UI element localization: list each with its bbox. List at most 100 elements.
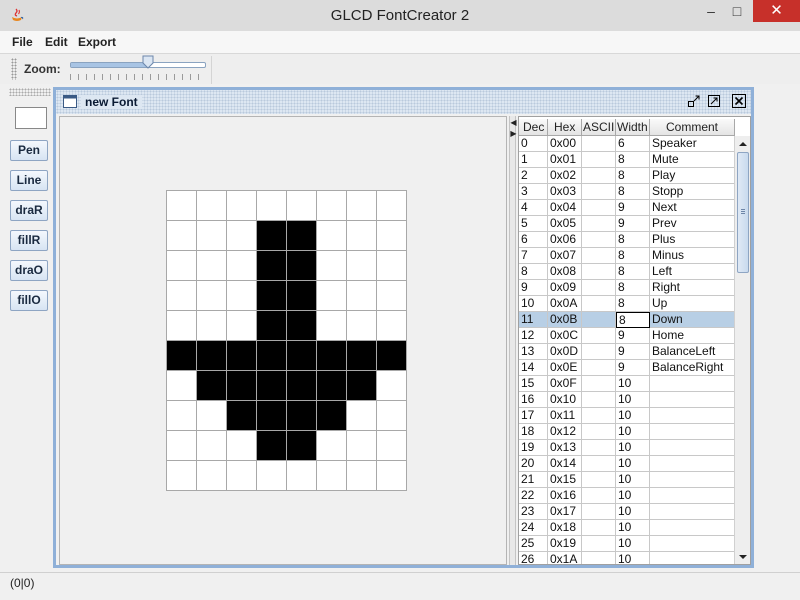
- cell-width[interactable]: 10: [616, 520, 650, 536]
- glyph-pixel[interactable]: [287, 281, 317, 311]
- glyph-pixel[interactable]: [347, 341, 377, 371]
- maximize-icon[interactable]: □: [724, 0, 750, 22]
- cell-hex[interactable]: 0x19: [548, 536, 582, 552]
- cell-dec[interactable]: 13: [519, 344, 548, 360]
- close-frame-icon[interactable]: [732, 94, 746, 108]
- glyph-pixel[interactable]: [227, 401, 257, 431]
- cell-width[interactable]: 9: [616, 344, 650, 360]
- cell-dec[interactable]: 15: [519, 376, 548, 392]
- cell-dec[interactable]: 4: [519, 200, 548, 216]
- cell-ascii[interactable]: [582, 280, 616, 296]
- glyph-pixel[interactable]: [287, 251, 317, 281]
- cell-hex[interactable]: 0x04: [548, 200, 582, 216]
- pen-button[interactable]: Pen: [10, 140, 48, 161]
- cell-hex[interactable]: 0x1A: [548, 552, 582, 564]
- cell-width[interactable]: 8: [616, 280, 650, 296]
- table-row[interactable]: 1 0x01 8 Mute: [519, 152, 735, 168]
- cell-ascii[interactable]: [582, 392, 616, 408]
- glyph-pixel[interactable]: [167, 371, 197, 401]
- cell-hex[interactable]: 0x14: [548, 456, 582, 472]
- cell-ascii[interactable]: [582, 408, 616, 424]
- menu-edit[interactable]: Edit: [45, 35, 68, 49]
- cell-comment[interactable]: Plus: [650, 232, 735, 248]
- scroll-up-icon[interactable]: [737, 138, 749, 150]
- cell-width[interactable]: 10: [616, 456, 650, 472]
- glyph-pixel[interactable]: [377, 281, 407, 311]
- cell-ascii[interactable]: [582, 232, 616, 248]
- glyph-pixel[interactable]: [227, 431, 257, 461]
- glyph-pixel[interactable]: [257, 401, 287, 431]
- cell-width[interactable]: 10: [616, 536, 650, 552]
- cell-comment[interactable]: Mute: [650, 152, 735, 168]
- glyph-pixel[interactable]: [227, 371, 257, 401]
- glyph-pixel[interactable]: [317, 341, 347, 371]
- glyph-pixel[interactable]: [227, 281, 257, 311]
- cell-ascii[interactable]: [582, 520, 616, 536]
- glyph-pixel[interactable]: [377, 311, 407, 341]
- cell-hex[interactable]: 0x10: [548, 392, 582, 408]
- table-row[interactable]: 16 0x10 10: [519, 392, 735, 408]
- glyph-pixel[interactable]: [227, 341, 257, 371]
- cell-hex[interactable]: 0x00: [548, 136, 582, 152]
- glyph-pixel[interactable]: [197, 341, 227, 371]
- column-header-comment[interactable]: Comment: [650, 119, 735, 136]
- cell-ascii[interactable]: [582, 424, 616, 440]
- cell-comment[interactable]: Speaker: [650, 136, 735, 152]
- cell-dec[interactable]: 9: [519, 280, 548, 296]
- cell-width[interactable]: 9: [616, 200, 650, 216]
- cell-comment[interactable]: Stopp: [650, 184, 735, 200]
- column-header-hex[interactable]: Hex: [548, 119, 582, 136]
- table-row[interactable]: 3 0x03 8 Stopp: [519, 184, 735, 200]
- cell-hex[interactable]: 0x0A: [548, 296, 582, 312]
- cell-ascii[interactable]: [582, 552, 616, 564]
- glyph-pixel[interactable]: [197, 281, 227, 311]
- cell-ascii[interactable]: [582, 344, 616, 360]
- cell-comment[interactable]: Right: [650, 280, 735, 296]
- glyph-pixel[interactable]: [347, 371, 377, 401]
- glyph-pixel[interactable]: [317, 371, 347, 401]
- cell-width[interactable]: 8: [616, 232, 650, 248]
- glyph-pixel[interactable]: [377, 401, 407, 431]
- table-vertical-scrollbar[interactable]: [734, 136, 750, 564]
- glyph-pixel[interactable]: [227, 461, 257, 491]
- glyph-pixel[interactable]: [347, 401, 377, 431]
- cell-comment[interactable]: [650, 424, 735, 440]
- glyph-pixel[interactable]: [167, 251, 197, 281]
- cell-width[interactable]: 10: [616, 424, 650, 440]
- fill-oval-button[interactable]: fillO: [10, 290, 48, 311]
- cell-ascii[interactable]: [582, 504, 616, 520]
- glyph-pixel[interactable]: [167, 221, 197, 251]
- maximize-frame-icon[interactable]: [707, 94, 721, 108]
- glyph-pixel[interactable]: [197, 431, 227, 461]
- menu-export[interactable]: Export: [78, 35, 116, 49]
- glyph-pixel[interactable]: [167, 311, 197, 341]
- split-right-arrow-icon[interactable]: ▶: [510, 130, 517, 138]
- draw-oval-button[interactable]: draO: [10, 260, 48, 281]
- line-button[interactable]: Line: [10, 170, 48, 191]
- table-row[interactable]: 19 0x13 10: [519, 440, 735, 456]
- cell-hex[interactable]: 0x11: [548, 408, 582, 424]
- cell-width[interactable]: 10: [616, 504, 650, 520]
- glyph-pixel[interactable]: [377, 221, 407, 251]
- glyph-pixel[interactable]: [377, 431, 407, 461]
- cell-hex[interactable]: 0x0D: [548, 344, 582, 360]
- split-left-arrow-icon[interactable]: ◀: [510, 119, 517, 127]
- cell-comment[interactable]: Down: [650, 312, 735, 328]
- toolbar-grip[interactable]: [11, 58, 17, 80]
- cell-ascii[interactable]: [582, 312, 616, 328]
- cell-ascii[interactable]: [582, 216, 616, 232]
- glyph-pixel[interactable]: [347, 281, 377, 311]
- glyph-pixel[interactable]: [317, 431, 347, 461]
- cell-width[interactable]: 8: [616, 264, 650, 280]
- cell-ascii[interactable]: [582, 200, 616, 216]
- cell-width[interactable]: 9: [616, 216, 650, 232]
- column-header-ascii[interactable]: ASCII: [582, 119, 616, 136]
- table-row[interactable]: 5 0x05 9 Prev: [519, 216, 735, 232]
- cell-ascii[interactable]: [582, 360, 616, 376]
- cell-hex[interactable]: 0x0C: [548, 328, 582, 344]
- cell-dec[interactable]: 16: [519, 392, 548, 408]
- scrollbar-thumb[interactable]: [737, 152, 749, 273]
- glyph-pixel[interactable]: [257, 281, 287, 311]
- cell-dec[interactable]: 2: [519, 168, 548, 184]
- cell-dec[interactable]: 19: [519, 440, 548, 456]
